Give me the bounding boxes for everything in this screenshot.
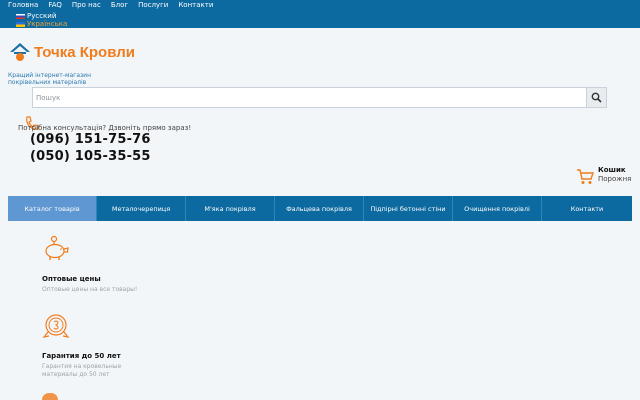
top-bar: Головна FAQ Про нас Блог Послуги Контакт… <box>0 0 640 28</box>
topnav-faq-link[interactable]: FAQ <box>48 1 62 10</box>
feature-wholesale-prices: Оптовые цены Оптовые цены на все товары! <box>42 235 182 294</box>
topnav-about-link[interactable]: Про нас <box>72 1 101 10</box>
topnav-contacts-link[interactable]: Контакти <box>178 1 213 10</box>
phone-number-1[interactable]: (096) 151-75-76 <box>30 132 151 147</box>
guarantee-medal-icon <box>42 314 70 338</box>
nav-metal-tile[interactable]: Металочерепиця <box>97 196 186 221</box>
tagline-line-2: покрівельних матеріалів <box>8 79 87 86</box>
nav-contacts[interactable]: Контакти <box>542 196 632 221</box>
tagline-line-1: Кращий інтернет-магазин <box>8 72 92 79</box>
cart-status: Порожня <box>598 175 632 183</box>
feature-partial-icon <box>42 393 58 400</box>
topnav-services-link[interactable]: Послуги <box>138 1 168 10</box>
language-ru-label: Русский <box>27 12 57 20</box>
top-nav: Головна FAQ Про нас Блог Послуги Контакт… <box>8 1 213 10</box>
nav-roof-cleaning[interactable]: Очищення покрівлі <box>453 196 542 221</box>
site-logo[interactable]: Точка Кровли <box>9 42 135 62</box>
consultation-text: Потрібна консультація? Дзвоніть прямо за… <box>18 124 192 132</box>
nav-soft-roofing[interactable]: М'яка покрівля <box>186 196 275 221</box>
piggy-bank-icon <box>45 235 69 260</box>
language-ua-label: Українська <box>27 20 68 28</box>
feature-description: Оптовые цены на все товары! <box>42 286 182 294</box>
search-icon <box>591 92 602 103</box>
nav-catalog[interactable]: Каталог товарів <box>8 196 97 221</box>
search-box <box>32 87 607 108</box>
feature-desc-line-1: Гарантия на кровельные <box>42 363 122 370</box>
topnav-blog-link[interactable]: Блог <box>111 1 128 10</box>
shopping-cart-icon <box>577 169 594 184</box>
brand-name: Точка Кровли <box>34 43 135 61</box>
brand-tagline: Кращий інтернет-магазин покрівельних мат… <box>8 72 118 86</box>
language-switcher: Русский Українська <box>16 12 67 28</box>
russian-flag-icon <box>16 13 25 19</box>
search-input[interactable] <box>33 88 588 107</box>
nav-retaining-walls[interactable]: Підпірні бетонні стіни <box>364 196 453 221</box>
language-ua-link[interactable]: Українська <box>16 20 67 28</box>
feature-guarantee: Гарантия до 50 лет Гарантия на кровельны… <box>42 312 182 379</box>
main-nav: Каталог товарів Металочерепиця М'яка пок… <box>8 196 632 221</box>
feature-title: Гарантия до 50 лет <box>42 352 121 360</box>
feature-title: Оптовые цены <box>42 275 101 283</box>
house-logo-icon <box>10 43 30 61</box>
feature-desc-line-2: материалы до 50 лет <box>42 371 110 378</box>
cart-text: Кошик Порожня <box>598 166 631 186</box>
search-button[interactable] <box>586 88 606 107</box>
topnav-home-link[interactable]: Головна <box>8 1 38 10</box>
feature-desc-line-1: Оптовые цены на все товары! <box>42 286 138 293</box>
language-ru-link[interactable]: Русский <box>16 12 67 20</box>
phone-number-2[interactable]: (050) 105-35-55 <box>30 149 151 164</box>
feature-description: Гарантия на кровельные материалы до 50 л… <box>42 363 182 379</box>
cart-widget[interactable]: Кошик Порожня <box>576 166 631 186</box>
ukrainian-flag-icon <box>16 21 25 27</box>
nav-seam-roofing[interactable]: Фальцева покрівля <box>275 196 364 221</box>
cart-title: Кошик <box>598 166 626 174</box>
